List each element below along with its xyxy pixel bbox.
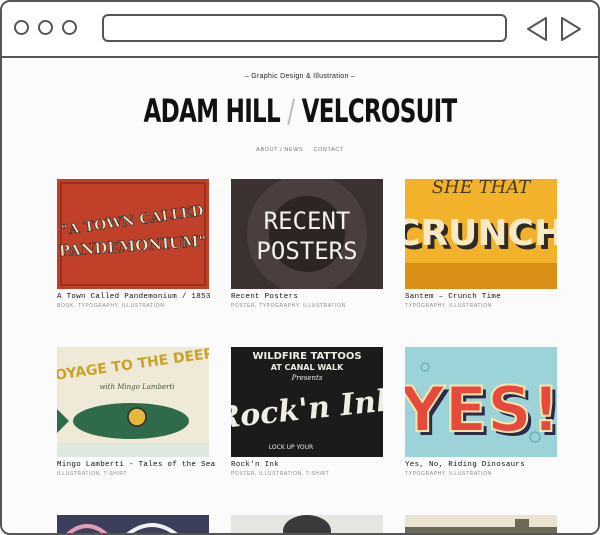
project-card[interactable]: SHE THAT CRUNCH CRUNCH Santem – Crunch T…	[405, 179, 557, 309]
project-card[interactable]: "A TOWN CALLED PANDEMONIUM" A Town Calle…	[57, 179, 210, 309]
art-text: YES!	[405, 373, 557, 446]
art-text: CRUNCH	[405, 213, 557, 254]
project-title[interactable]: Recent Posters	[231, 293, 383, 301]
project-thumbnail[interactable]: WILDFIRE TATTOOS AT CANAL WALK Presents …	[231, 347, 383, 457]
project-title[interactable]: A Town Called Pandemonium / 1853	[57, 293, 210, 301]
art-text: with Mingo Lamberti	[99, 383, 174, 391]
project-title[interactable]: Yes, No, Riding Dinosaurs	[405, 461, 557, 469]
brand-name: ADAM HILL	[143, 92, 281, 130]
brand-slash: /	[287, 92, 295, 130]
window-maximize-dot[interactable]	[62, 20, 77, 35]
project-card[interactable]: RECENT POSTERS Recent Posters POSTER, TY…	[231, 179, 383, 309]
art-text: POSTERS	[256, 237, 357, 265]
brand-alias: VELCROSUIT	[301, 92, 458, 130]
project-thumbnail[interactable]	[405, 515, 557, 533]
project-thumbnail[interactable]: VOYAGE TO THE DEEP! with Mingo Lamberti	[57, 347, 209, 457]
art-text: LOCK UP YOUR	[269, 444, 313, 451]
art-text: WILDFIRE TATTOOS	[252, 351, 361, 362]
project-title[interactable]: Mingo Lamberti - Tales of the Sea	[57, 461, 215, 469]
browser-toolbar	[2, 2, 598, 58]
window-close-dot[interactable]	[14, 20, 29, 35]
site-nav: ABOUT / NEWS CONTACT	[2, 147, 598, 153]
project-tags: BOOK, TYPOGRAPHY, ILLUSTRATION	[57, 303, 165, 309]
project-card[interactable]: YES! YES! Yes, No, Riding Dinosaurs TYPO…	[405, 347, 557, 477]
project-card[interactable]: VOYAGE TO THE DEEP! with Mingo Lamberti …	[57, 347, 215, 477]
nav-about-news[interactable]: ABOUT / NEWS	[256, 147, 303, 153]
art-text: RECENT	[264, 207, 351, 235]
address-bar[interactable]	[102, 14, 507, 42]
project-tags: TYPOGRAPHY, ILLUSTRATION	[405, 471, 492, 477]
project-thumbnail[interactable]	[231, 515, 383, 533]
project-title[interactable]: Santem – Crunch Time	[405, 293, 557, 301]
art-text: Presents	[291, 374, 323, 382]
project-title[interactable]: Rock'n Ink	[231, 461, 383, 469]
back-arrow-icon[interactable]	[524, 16, 550, 42]
project-thumbnail[interactable]: "A TOWN CALLED PANDEMONIUM"	[57, 179, 209, 289]
browser-window: – Graphic Design & Illustration – ADAM H…	[0, 0, 600, 535]
window-minimize-dot[interactable]	[38, 20, 53, 35]
site-brand[interactable]: ADAM HILL / VELCROSUIT	[85, 91, 514, 131]
site-tagline: – Graphic Design & Illustration –	[244, 73, 356, 80]
project-thumbnail[interactable]: RECENT POSTERS	[231, 179, 383, 289]
project-tags: POSTER, TYPOGRAPHY, ILLUSTRATION	[231, 303, 346, 309]
project-thumbnail[interactable]: YES! YES!	[405, 347, 557, 457]
project-tags: POSTER, ILLUSTRATION, T-SHIRT	[231, 471, 330, 477]
forward-arrow-icon[interactable]	[558, 16, 584, 42]
art-text: SHE THAT	[432, 179, 533, 198]
project-tags: TYPOGRAPHY, ILLUSTRATION	[405, 303, 492, 309]
art-text: AT CANAL WALK	[271, 363, 344, 372]
project-thumbnail[interactable]: SHE THAT CRUNCH CRUNCH	[405, 179, 557, 289]
project-card[interactable]: WILDFIRE TATTOOS AT CANAL WALK Presents …	[231, 347, 383, 477]
nav-contact[interactable]: CONTACT	[313, 147, 343, 153]
project-thumbnail[interactable]	[57, 515, 209, 533]
project-tags: ILLUSTRATION, T-SHIRT	[57, 471, 128, 477]
page-content: – Graphic Design & Illustration – ADAM H…	[2, 58, 598, 533]
